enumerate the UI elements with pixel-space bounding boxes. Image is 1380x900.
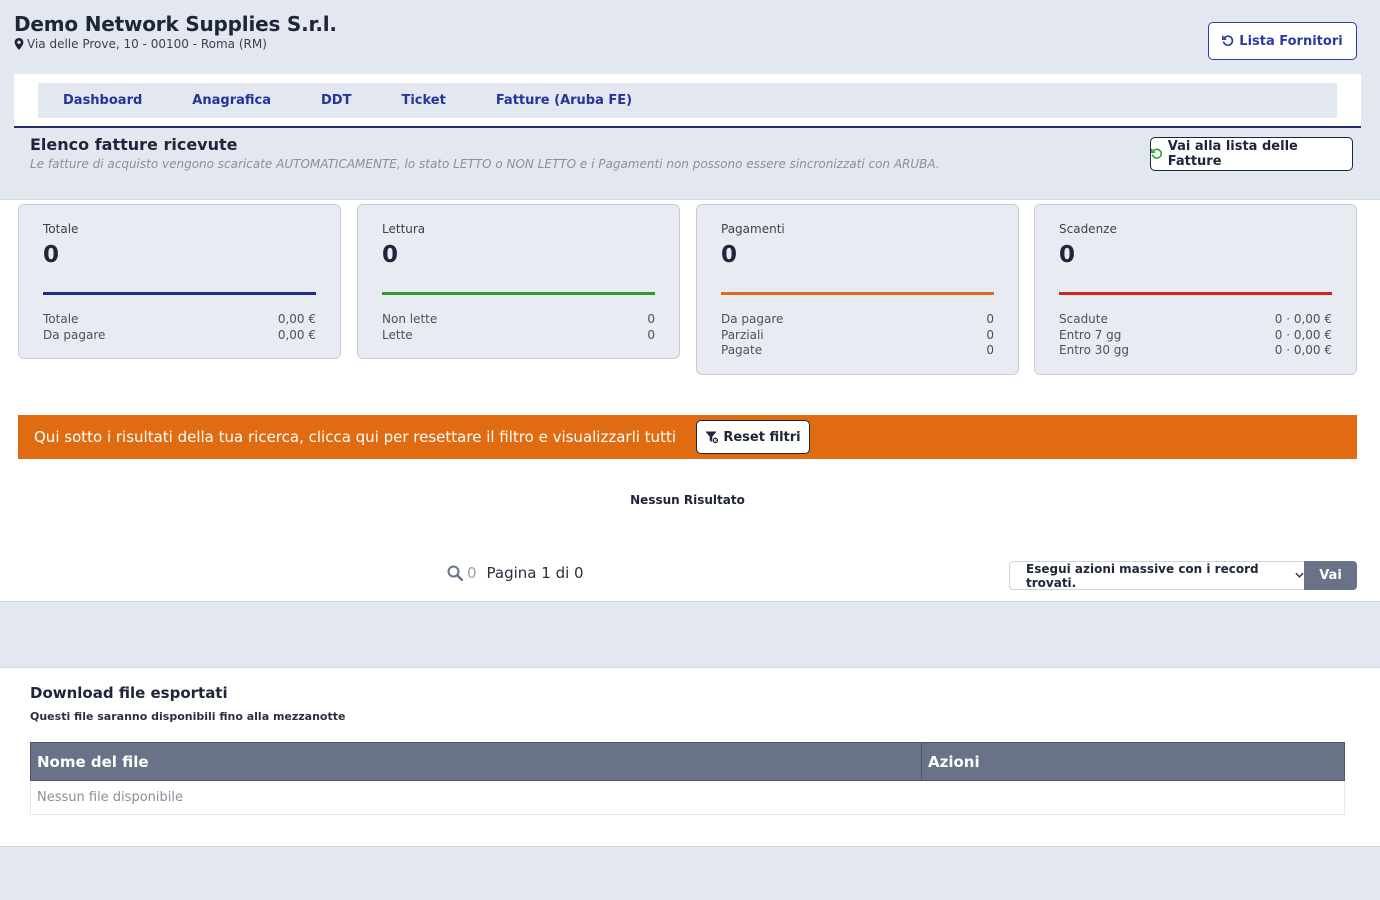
card-row: Totale 0,00 €: [43, 312, 316, 326]
stat-card-lettura: Lettura 0 Non lette 0 Lette 0: [357, 204, 680, 359]
tab-ddt[interactable]: DDT: [296, 93, 376, 108]
company-address: Via delle Prove, 10 - 00100 - Roma (RM): [14, 37, 267, 51]
table-header-row: Nome del file Azioni: [30, 742, 1345, 781]
company-name: Demo Network Supplies S.r.l.: [14, 12, 337, 36]
lista-fatture-button[interactable]: Vai alla lista delle Fatture: [1150, 137, 1353, 171]
card-value: 0: [721, 242, 738, 268]
column-header-actions: Azioni: [921, 742, 1345, 781]
search-icon: [447, 565, 463, 581]
lista-fornitori-button[interactable]: Lista Fornitori: [1208, 22, 1357, 60]
column-header-filename: Nome del file: [30, 742, 922, 781]
bulk-actions-select[interactable]: Esegui azioni massive con i record trova…: [1009, 561, 1305, 590]
lista-fornitori-label: Lista Fornitori: [1239, 33, 1343, 49]
card-row: Scadute 0 · 0,00 €: [1059, 312, 1332, 326]
downloads-title: Download file esportati: [30, 684, 228, 702]
card-rows: Non lette 0 Lette 0: [382, 312, 655, 343]
bulk-actions-value: Esegui azioni massive con i record trova…: [1026, 561, 1259, 590]
main-nav: Dashboard Anagrafica DDT Ticket Fatture …: [14, 74, 1361, 128]
card-bar: [43, 292, 316, 295]
stat-card-totale: Totale 0 Totale 0,00 € Da pagare 0,00 €: [18, 204, 341, 359]
page-title: Elenco fatture ricevute: [30, 135, 238, 154]
stat-card-pagamenti: Pagamenti 0 Da pagare 0 Parziali 0 Pagate 0: [696, 204, 1019, 375]
refresh-icon: [1222, 35, 1234, 46]
card-title: Lettura: [382, 222, 426, 236]
filter-banner: Qui sotto i risultati della tua ricerca,…: [18, 415, 1357, 459]
card-bar: [721, 292, 994, 295]
tab-ticket[interactable]: Ticket: [376, 93, 470, 108]
card-rows: Scadute 0 · 0,00 € Entro 7 gg 0 · 0,00 € E…: [1059, 312, 1332, 359]
card-row: Pagate 0: [721, 343, 994, 358]
card-row: Lette 0: [382, 327, 655, 342]
tab-anagrafica[interactable]: Anagrafica: [167, 93, 296, 108]
go-button[interactable]: Vai: [1304, 561, 1357, 590]
card-row: Non lette 0: [382, 312, 655, 326]
address-text: Via delle Prove, 10 - 00100 - Roma (RM): [27, 37, 267, 51]
card-value: 0: [1059, 242, 1076, 268]
refresh-icon: [1151, 148, 1162, 159]
card-row: Da pagare 0: [721, 312, 994, 326]
pagination: 0 Pagina 1 di 0: [447, 564, 584, 582]
reset-filters-label: Reset filtri: [723, 429, 801, 445]
banner-text: Qui sotto i risultati della tua ricerca,…: [34, 428, 676, 446]
card-row: Parziali 0: [721, 327, 994, 342]
card-rows: Totale 0,00 € Da pagare 0,00 €: [43, 312, 316, 343]
page-subtitle: Le fatture di acquisto vengono scaricate…: [30, 157, 940, 171]
card-title: Scadenze: [1059, 222, 1117, 236]
result-count: 0: [467, 564, 477, 582]
tab-fatture[interactable]: Fatture (Aruba FE): [471, 93, 657, 108]
nav-tabs: Dashboard Anagrafica DDT Ticket Fatture …: [38, 83, 1337, 118]
card-row: Entro 30 gg 0 · 0,00 €: [1059, 343, 1332, 358]
map-pin-icon: [14, 38, 24, 50]
table-row: Nessun file disponibile: [30, 780, 1345, 815]
stat-card-scadenze: Scadenze 0 Scadute 0 · 0,00 € Entro 7 gg 0…: [1034, 204, 1357, 375]
card-bar: [382, 292, 655, 295]
downloads-subtitle: Questi file saranno disponibili fino all…: [30, 710, 346, 723]
page-indicator: Pagina 1 di 0: [486, 564, 584, 582]
empty-table-text: Nessun file disponibile: [30, 780, 1345, 815]
tab-dashboard[interactable]: Dashboard: [38, 93, 167, 108]
card-rows: Da pagare 0 Parziali 0 Pagate 0: [721, 312, 994, 359]
card-title: Totale: [43, 222, 79, 236]
reset-filters-button[interactable]: Reset filtri: [696, 420, 810, 454]
downloads-table: Nome del file Azioni Nessun file disponi…: [30, 742, 1345, 815]
lista-fatture-label: Vai alla lista delle Fatture: [1167, 139, 1298, 169]
chevron-down-icon: [1295, 572, 1304, 578]
downloads-panel: Download file esportati Questi file sara…: [0, 667, 1380, 847]
card-row: Entro 7 gg 0 · 0,00 €: [1059, 327, 1332, 342]
card-value: 0: [43, 242, 60, 268]
card-title: Pagamenti: [721, 222, 785, 236]
card-bar: [1059, 292, 1332, 295]
no-results-text: Nessun Risultato: [630, 493, 745, 507]
filter-reset-icon: [705, 431, 720, 444]
card-value: 0: [382, 242, 399, 268]
card-row: Da pagare 0,00 €: [43, 327, 316, 342]
